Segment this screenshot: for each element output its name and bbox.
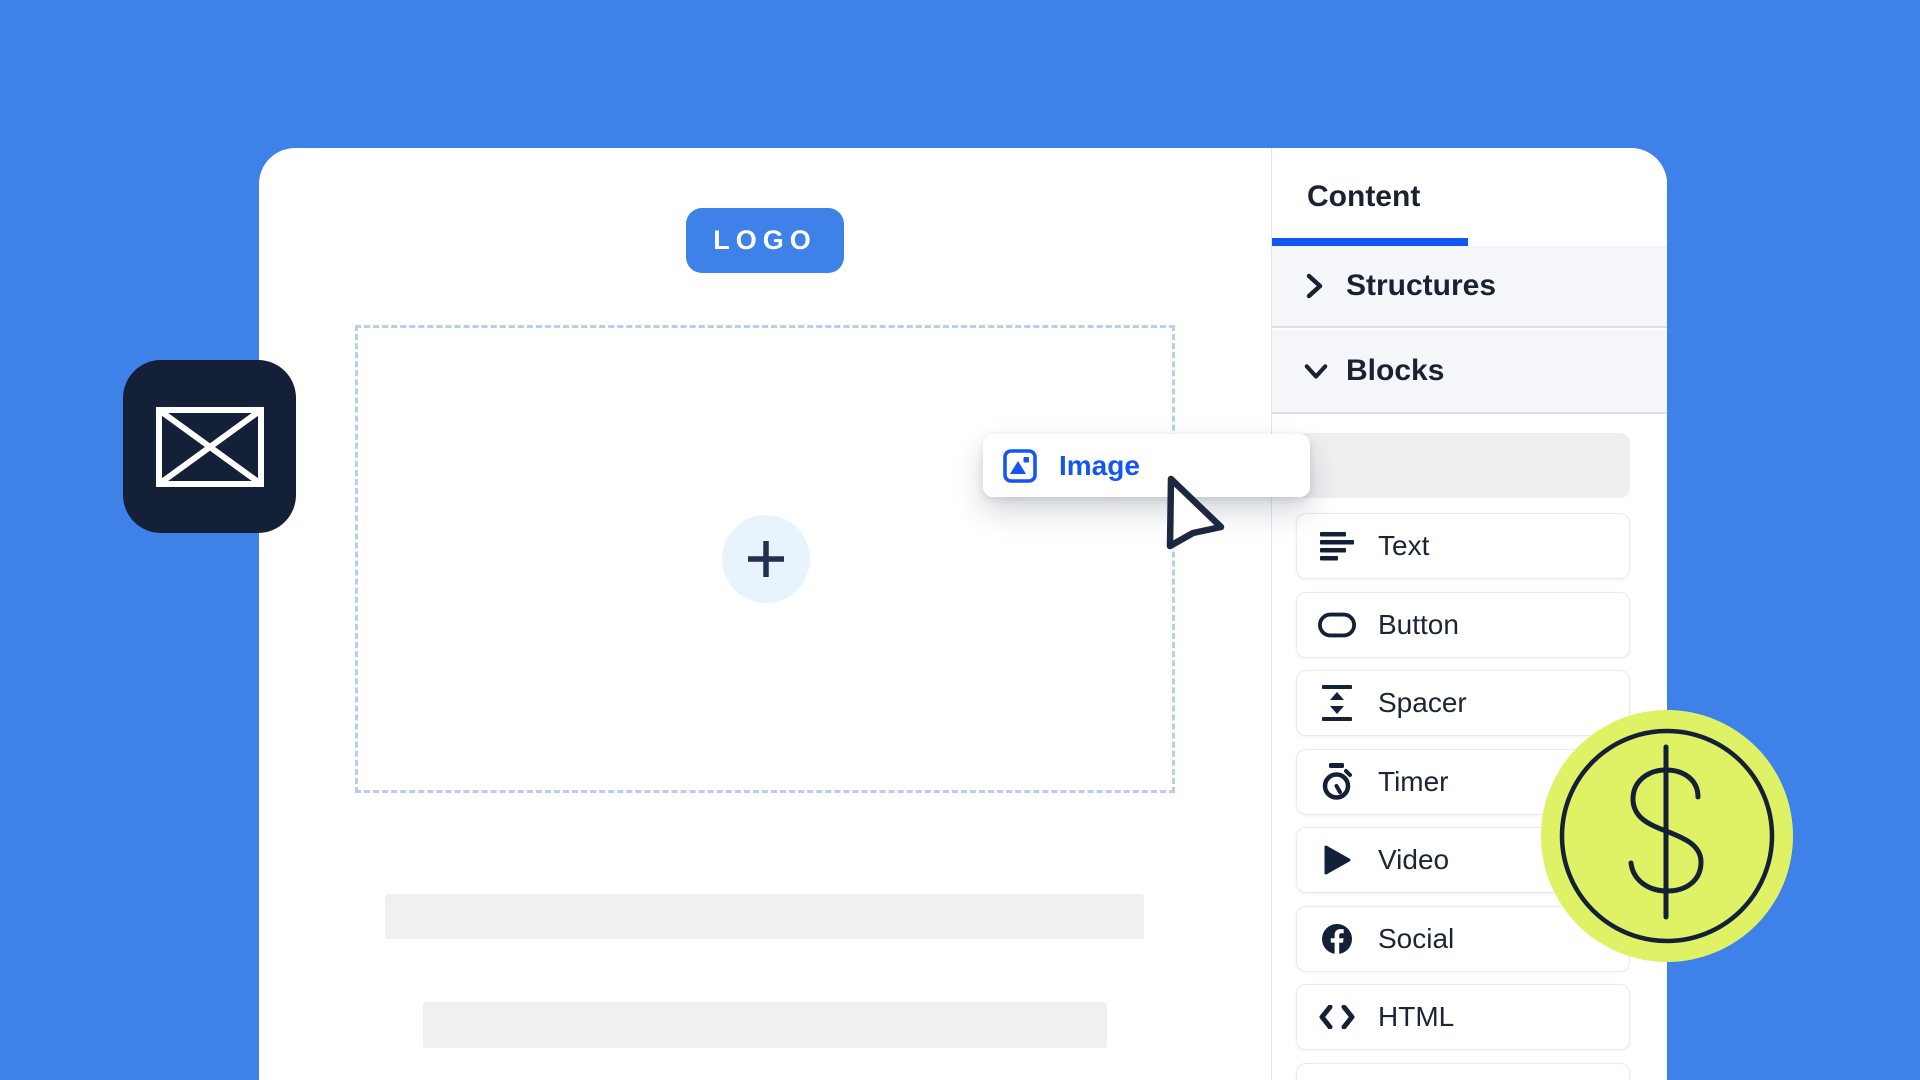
chevron-down-icon	[1304, 359, 1328, 383]
video-icon	[1318, 841, 1356, 879]
block-card-partial[interactable]	[1296, 1063, 1630, 1080]
section-blocks[interactable]: Blocks	[1272, 330, 1667, 414]
block-label: Text	[1378, 530, 1429, 562]
envelope-icon	[155, 406, 265, 488]
block-label: Spacer	[1378, 687, 1467, 719]
sidebar-tabbar: Content	[1272, 148, 1667, 246]
block-label: Timer	[1378, 766, 1449, 798]
timer-icon	[1318, 763, 1356, 801]
email-builder-screen: LOGO Content Structures Blocks Te	[0, 0, 1920, 1080]
dragged-block-label: Image	[1059, 450, 1140, 482]
dragged-block-image[interactable]: Image	[983, 434, 1310, 497]
logo-placeholder: LOGO	[686, 208, 844, 273]
text-icon	[1318, 527, 1356, 565]
block-card-text[interactable]: Text	[1296, 513, 1630, 579]
cursor-arrow-icon	[1166, 474, 1228, 559]
email-badge	[123, 360, 296, 533]
block-label: Video	[1378, 844, 1449, 876]
html-icon	[1318, 998, 1356, 1036]
drag-source-placeholder	[1296, 433, 1630, 498]
section-label: Blocks	[1346, 354, 1444, 388]
section-label: Structures	[1346, 269, 1496, 303]
chevron-right-icon	[1304, 274, 1328, 298]
block-label: HTML	[1378, 1001, 1454, 1033]
block-card-button[interactable]: Button	[1296, 592, 1630, 658]
social-icon	[1318, 920, 1356, 958]
plus-icon	[744, 537, 788, 581]
block-label: Social	[1378, 923, 1454, 955]
text-placeholder-bar	[385, 894, 1144, 939]
section-structures[interactable]: Structures	[1272, 246, 1667, 328]
image-icon	[1003, 449, 1037, 483]
tab-content[interactable]: Content	[1307, 180, 1420, 214]
tab-active-underline	[1272, 238, 1468, 246]
dollar-coin-icon	[1541, 710, 1793, 962]
text-placeholder-bar	[423, 1002, 1107, 1048]
add-block-button[interactable]	[722, 515, 810, 603]
button-icon	[1318, 606, 1356, 644]
block-card-html[interactable]: HTML	[1296, 984, 1630, 1050]
block-label: Button	[1378, 609, 1459, 641]
spacer-icon	[1318, 684, 1356, 722]
